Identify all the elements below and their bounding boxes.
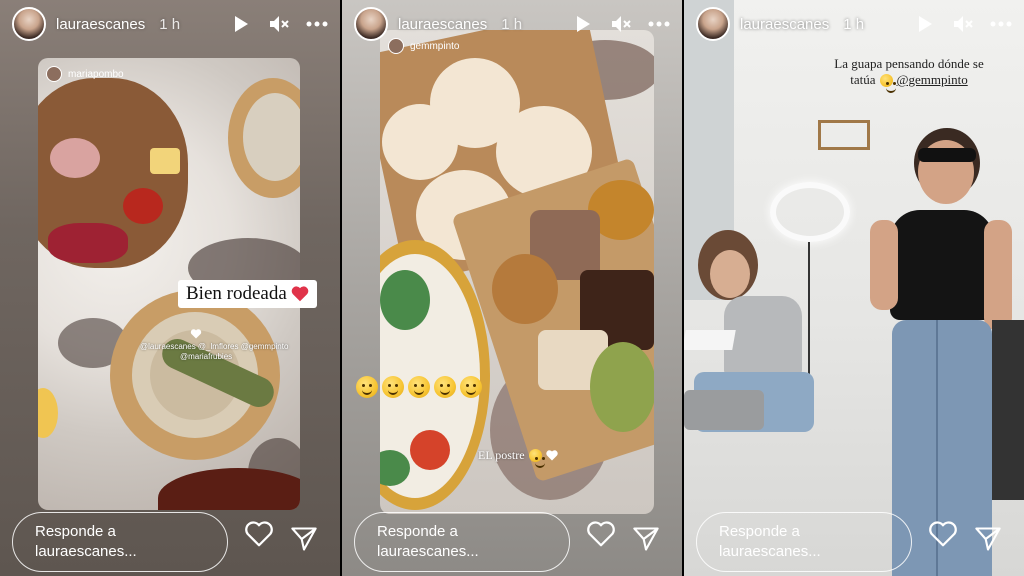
pistachio-item [590,342,654,432]
arm-shape [984,220,1012,330]
smiling-face-icon [434,376,456,398]
smiling-face-icon [879,73,896,93]
caption-line-1: La guapa pensando dónde se [834,56,984,71]
reply-placeholder-line-1: Responde a [35,523,116,540]
send-icon[interactable] [632,526,660,554]
paper-shape [684,330,736,350]
cinnamon-roll [382,104,458,180]
more-horizontal-icon[interactable] [990,13,1012,35]
username[interactable]: lauraescanes [56,16,145,33]
plate-flower-pattern [410,430,450,470]
more-horizontal-icon[interactable] [306,13,328,35]
reply-placeholder-line-1: Responde a [719,523,800,540]
source-tag[interactable]: mariapombo [46,66,124,82]
more-horizontal-icon[interactable] [648,13,670,35]
salami-shape [48,223,128,263]
heart-icon[interactable] [586,520,616,550]
username[interactable]: lauraescanes [398,16,487,33]
plate-shape [243,93,300,181]
play-icon[interactable] [914,13,936,35]
reply-placeholder-line-2: lauraescanes... [377,543,479,560]
muted-speaker-icon[interactable] [610,13,632,35]
heart-icon[interactable] [928,520,958,550]
timestamp: 1 h [159,15,181,33]
white-heart-icon [545,450,558,461]
story-header: lauraescanes 1 h [354,6,670,42]
source-username: gemmpinto [410,40,460,52]
mention-tags-line-2[interactable]: @mariafrubies [180,352,232,361]
reply-input[interactable]: Responde a lauraescanes... [354,512,570,572]
caption-text: EL postre [478,448,525,462]
heart-emoji-icon [291,286,309,302]
reply-placeholder-line-2: lauraescanes... [719,543,821,560]
sauce-shape [123,188,163,224]
smiling-face-icon [460,376,482,398]
story-caption: La guapa pensando dónde se tatúa @gemmpi… [814,56,1004,93]
story-panel-2[interactable]: gemmpinto EL postre lauraescanes 1 h Res… [342,0,682,576]
smiling-face-icon [356,376,378,398]
cookie-item [492,254,558,324]
reply-input[interactable]: Responde a lauraescanes... [12,512,228,572]
light-stand [808,242,810,392]
avatar[interactable] [12,7,46,41]
caption-line-2: tatúa [850,72,876,87]
cheese-shape [150,148,180,174]
muted-speaker-icon[interactable] [952,13,974,35]
avatar[interactable] [354,7,388,41]
story-header: lauraescanes 1 h [696,6,1012,42]
ring-light [770,182,850,242]
story-panel-3[interactable]: La guapa pensando dónde se tatúa @gemmpi… [684,0,1024,576]
heart-icon[interactable] [244,520,274,550]
mention-tags-line-1[interactable]: @lauraescanes @_lmflores @gemmpinto [140,342,288,351]
play-icon[interactable] [572,13,594,35]
timestamp: 1 h [501,15,523,33]
username[interactable]: lauraescanes [740,16,829,33]
dessert-caption: EL postre [478,448,558,468]
tank-top-shape [890,210,994,320]
chair-shape [158,468,300,510]
chips-shape [38,388,58,438]
plate-leaf-pattern [380,270,430,330]
reply-input[interactable]: Responde a lauraescanes... [696,512,912,572]
arm-shape [870,220,898,310]
white-heart-icon [190,326,202,339]
story-photo-desserts [380,30,654,514]
timestamp: 1 h [843,15,865,33]
face-shape [710,250,750,298]
avatar[interactable] [696,7,730,41]
reply-placeholder-line-2: lauraescanes... [35,543,137,560]
sunglasses-shape [918,148,976,162]
caption-mention[interactable]: @gemmpinto [897,72,968,88]
story-panel-1[interactable]: mariapombo Bien rodeada @lauraescanes @_… [0,0,340,576]
emoji-sticker-row [356,376,482,398]
tool-chest [992,320,1024,500]
stool-shape [684,390,764,430]
muted-speaker-icon[interactable] [268,13,290,35]
source-username: mariapombo [68,68,124,80]
smiling-face-icon [382,376,404,398]
ham-shape [50,138,100,178]
reply-placeholder-line-1: Responde a [377,523,458,540]
play-icon[interactable] [230,13,252,35]
smiling-face-icon [528,449,545,468]
smiling-face-icon [408,376,430,398]
text-sticker: Bien rodeada [178,280,317,308]
story-header: lauraescanes 1 h [12,6,328,42]
send-icon[interactable] [974,526,1002,554]
source-avatar [46,66,62,82]
top-shape [724,296,802,376]
send-icon[interactable] [290,526,318,554]
sticker-text: Bien rodeada [186,283,287,304]
wall-shelf [818,120,870,150]
